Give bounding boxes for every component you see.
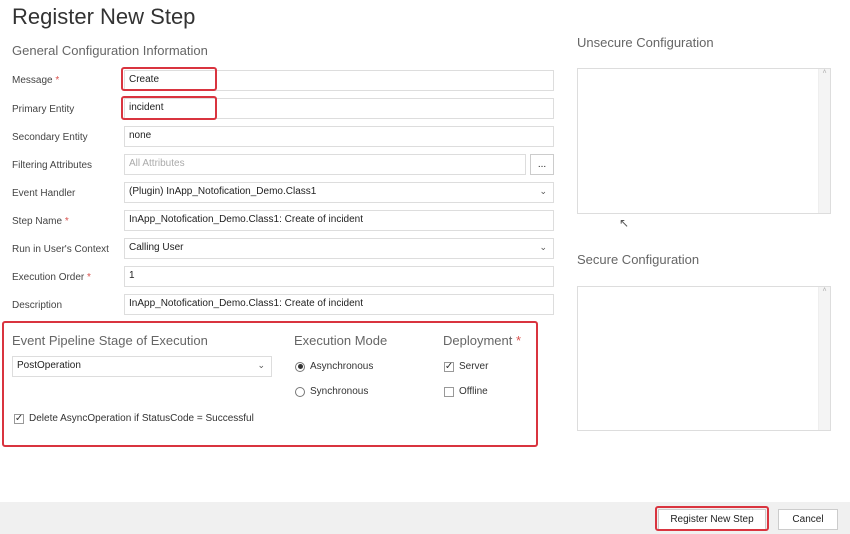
description-label: Description [12, 300, 63, 311]
general-heading: General Configuration Information [12, 43, 208, 58]
radio-asynchronous[interactable]: Asynchronous [295, 361, 373, 372]
deployment-label: Deployment * [443, 333, 522, 348]
step-name-label: Step Name * [12, 216, 69, 227]
check-icon: ✓ [14, 412, 24, 424]
secondary-entity-label: Secondary Entity [12, 132, 88, 143]
highlight-message [121, 67, 217, 91]
filtering-attributes-input[interactable]: All Attributes [124, 154, 526, 175]
run-context-label: Run in User's Context [12, 244, 109, 255]
message-label: Message * [12, 75, 60, 86]
execution-order-label: Execution Order * [12, 272, 91, 283]
cancel-button[interactable]: Cancel [778, 509, 838, 530]
scrollbar[interactable]: ˄ [818, 287, 830, 430]
run-context-select[interactable]: Calling User ⌄ [124, 238, 554, 259]
highlight-primary-entity [121, 96, 217, 120]
step-name-input[interactable]: InApp_Notofication_Demo.Class1: Create o… [124, 210, 554, 231]
chevron-down-icon: ⌄ [539, 242, 547, 252]
highlight-register [655, 506, 769, 531]
event-handler-label: Event Handler [12, 188, 76, 199]
checkbox-server[interactable]: ✓ Server [444, 361, 488, 372]
mouse-cursor-icon: ↖ [619, 216, 630, 230]
pipeline-label: Event Pipeline Stage of Execution [12, 333, 208, 348]
chevron-down-icon: ⌄ [257, 360, 265, 370]
filtering-attributes-browse-button[interactable]: ... [530, 154, 554, 175]
execution-order-input[interactable]: 1 [124, 266, 554, 287]
secure-config-textarea[interactable]: ˄ [577, 286, 831, 431]
secondary-entity-input[interactable]: none [124, 126, 554, 147]
event-handler-select[interactable]: (Plugin) InApp_Notofication_Demo.Class1 ⌄ [124, 182, 554, 203]
scrollbar[interactable]: ˄ [818, 69, 830, 213]
chevron-down-icon: ⌄ [539, 186, 547, 196]
filtering-attributes-label: Filtering Attributes [12, 160, 93, 171]
description-input[interactable]: InApp_Notofication_Demo.Class1: Create o… [124, 294, 554, 315]
unsecure-config-textarea[interactable]: ˄ [577, 68, 831, 214]
primary-entity-label: Primary Entity [12, 104, 75, 115]
radio-synchronous[interactable]: Synchronous [295, 386, 368, 397]
check-icon: ✓ [444, 360, 454, 372]
secure-config-label: Secure Configuration [577, 252, 700, 267]
page-title: Register New Step [12, 4, 196, 29]
unsecure-config-label: Unsecure Configuration [577, 35, 714, 50]
checkbox-offline[interactable]: Offline [444, 386, 488, 397]
checkbox-delete-async[interactable]: ✓ Delete AsyncOperation if StatusCode = S… [14, 413, 254, 424]
pipeline-select[interactable]: PostOperation ⌄ [12, 356, 272, 377]
execution-mode-label: Execution Mode [294, 333, 388, 348]
